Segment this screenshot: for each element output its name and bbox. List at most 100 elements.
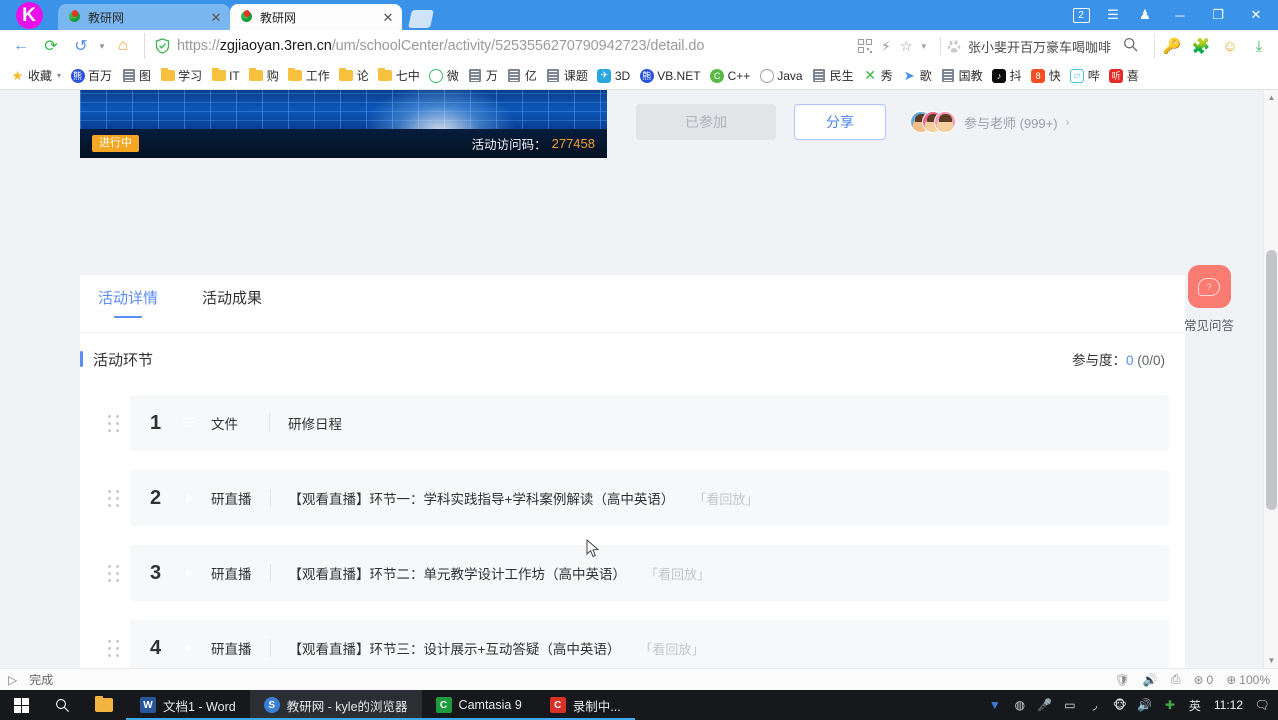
step-title[interactable]: 【观看直播】环节一：学科实践指导+学科案例解读（高中英语） (289, 488, 675, 508)
bookmark-wan[interactable]: 万 (464, 65, 502, 86)
zoom-control[interactable]: ⊕ 100% (1226, 673, 1270, 687)
address-bar[interactable]: https://zgjiaoyan.3ren.cn/um/schoolCente… (144, 33, 1148, 59)
download-icon[interactable]: ⤓ (1246, 33, 1272, 59)
list-item[interactable]: 3 研直播 【观看直播】环节二：单元教学设计工作坊（高中英语） 「看回放」 (96, 545, 1169, 601)
pet-icon[interactable]: 🐵 (1112, 697, 1128, 713)
participating-teachers[interactable]: 参与老师 (999+) › (910, 111, 1070, 133)
bookmark-gou[interactable]: 购 (245, 65, 283, 86)
microphone-icon[interactable]: 🎤 (1037, 697, 1053, 713)
browser-tab-1[interactable]: 教研网 ✕ (58, 4, 230, 30)
save-icon[interactable]: ⎙ (1171, 672, 1181, 687)
ime-icon[interactable]: 英 (1187, 697, 1203, 713)
file-explorer-icon[interactable] (82, 690, 126, 720)
sidebar-toggle-icon[interactable]: ▷ (8, 673, 17, 687)
reload-icon[interactable]: ⟳ (36, 33, 66, 59)
tab-activity-results[interactable]: 活动成果 (202, 287, 262, 320)
step-card[interactable]: 2 研直播 【观看直播】环节一：学科实践指导+学科案例解读（高中英语） 「看回放… (130, 470, 1169, 526)
sogou-icon[interactable]: ◍ (1012, 697, 1028, 713)
bookmark-dou[interactable]: ♪ 抖 (988, 65, 1026, 86)
bookmark-xi[interactable]: 听喜 (1105, 65, 1143, 86)
star-icon[interactable]: ☆ (900, 38, 913, 55)
history-back-icon[interactable]: ↺ (66, 33, 96, 59)
start-button[interactable] (0, 690, 42, 720)
taskbar-search-icon[interactable] (42, 690, 82, 720)
bookmark-3d[interactable]: ✈ 3D (593, 66, 634, 85)
battery-icon[interactable]: ▭ (1062, 697, 1078, 713)
bookmark-xuexi[interactable]: 学习 (156, 65, 206, 86)
lightning-icon[interactable]: ⚡ (881, 38, 891, 55)
scrollbar-thumb[interactable] (1266, 250, 1277, 510)
bookmark-minsheng[interactable]: 民生 (808, 65, 858, 86)
step-card[interactable]: 3 研直播 【观看直播】环节二：单元教学设计工作坊（高中英语） 「看回放」 (130, 545, 1169, 601)
bookmark-xiu[interactable]: ✕ 秀 (859, 65, 897, 86)
joined-button[interactable]: 已参加 (636, 104, 776, 140)
bookmark-baiwan[interactable]: 熊百万 (66, 65, 116, 86)
wifi-icon[interactable]: ◞ (1087, 697, 1103, 713)
taskbar-app-recording[interactable]: C 录制中... (535, 690, 635, 720)
volume-icon[interactable]: 🔊 (1137, 697, 1153, 713)
mute-icon[interactable]: 🔊 (1143, 673, 1158, 687)
step-card[interactable]: 4 研直播 【观看直播】环节三：设计展示+互动答疑（高中英语） 「看回放」 (130, 620, 1169, 668)
drag-handle[interactable] (96, 414, 130, 432)
close-window-button[interactable]: ✕ (1238, 0, 1274, 30)
tab-activity-detail[interactable]: 活动详情 (98, 287, 158, 320)
bookmark-tu[interactable]: 图 (117, 65, 155, 86)
scroll-down-arrow[interactable]: ▼ (1264, 653, 1278, 668)
step-flag[interactable]: 「看回放」 (639, 639, 704, 658)
step-flag[interactable]: 「看回放」 (645, 564, 710, 583)
drag-handle[interactable] (96, 564, 130, 582)
step-card[interactable]: 1 文件 研修日程 (130, 395, 1169, 451)
share-button[interactable]: 分享 (794, 104, 886, 140)
smiley-icon[interactable]: ☺ (1217, 33, 1243, 59)
chat-question-icon[interactable]: ? (1187, 265, 1231, 308)
skin-icon[interactable]: ♟ (1130, 1, 1160, 29)
list-item[interactable]: 1 文件 研修日程 (96, 395, 1169, 451)
step-flag[interactable]: 「看回放」 (693, 489, 758, 508)
step-title[interactable]: 研修日程 (288, 413, 342, 433)
extensions-icon[interactable]: 🧩 (1188, 33, 1214, 59)
minimize-button[interactable]: ─ (1162, 0, 1198, 30)
page-scrollbar[interactable]: ▲ ▼ (1263, 90, 1278, 668)
scroll-up-arrow[interactable]: ▲ (1264, 90, 1278, 105)
search-icon[interactable] (1117, 37, 1144, 56)
key-icon[interactable]: 🔑 (1159, 33, 1185, 59)
list-item[interactable]: 4 研直播 【观看直播】环节三：设计展示+互动答疑（高中英语） 「看回放」 (96, 620, 1169, 668)
new-tab-button[interactable] (406, 8, 436, 30)
bookmark-favorites[interactable]: ★ 收藏 ▾ (6, 65, 65, 86)
chevron-down-icon[interactable]: ▾ (96, 33, 108, 59)
notification-icon[interactable]: 🗨 (1254, 697, 1270, 713)
home-icon[interactable]: ⌂ (108, 33, 138, 59)
drag-handle[interactable] (96, 489, 130, 507)
bookmark-cpp[interactable]: C C++ (706, 66, 755, 85)
close-icon[interactable]: ✕ (380, 9, 396, 25)
list-item[interactable]: 2 研直播 【观看直播】环节一：学科实践指导+学科案例解读（高中英语） 「看回放… (96, 470, 1169, 526)
bookmark-kuai[interactable]: 8快 (1027, 65, 1065, 86)
security-icon[interactable]: ✚ (1162, 697, 1178, 713)
bookmark-guojiao[interactable]: 国教 (937, 65, 987, 86)
maximize-button[interactable]: ❐ (1200, 0, 1236, 30)
ad-block-icon[interactable]: ⊛ 0 (1193, 673, 1213, 687)
taskbar-app-word[interactable]: W 文档1 - Word (126, 690, 250, 720)
bookmark-qizhong[interactable]: 七中 (374, 65, 424, 86)
bookmark-wei[interactable]: 微 (425, 65, 463, 86)
chevron-down-icon[interactable]: ▾ (57, 71, 61, 80)
bookmark-yi[interactable]: 亿 (503, 65, 541, 86)
bookmark-bi[interactable]: ▱ 哔 (1066, 65, 1104, 86)
step-title[interactable]: 【观看直播】环节三：设计展示+互动答疑（高中英语） (289, 638, 621, 658)
menu-icon[interactable]: ☰ (1098, 1, 1128, 29)
bookmark-ge[interactable]: ➤ 歌 (898, 65, 936, 86)
bookmark-vbnet[interactable]: 熊 VB.NET (635, 66, 704, 85)
bookmark-java[interactable]: Java (755, 66, 806, 85)
drag-handle[interactable] (96, 639, 130, 657)
taskbar-app-browser[interactable]: S 教研网 - kyle的浏览器 (249, 690, 422, 720)
search-box[interactable]: 张小斐开百万豪车喝咖啡 (947, 37, 1148, 56)
close-icon[interactable]: ✕ (208, 9, 224, 25)
shield-icon[interactable]: 🛡 (1115, 673, 1130, 687)
tab-count-button[interactable]: 2 (1066, 1, 1096, 29)
bookmark-gongzuo[interactable]: 工作 (284, 65, 334, 86)
bookmark-keti[interactable]: 课题 (542, 65, 592, 86)
browser-tab-2[interactable]: 教研网 ✕ (230, 4, 402, 30)
taskbar-app-camtasia[interactable]: C Camtasia 9 (421, 690, 537, 720)
step-title[interactable]: 【观看直播】环节二：单元教学设计工作坊（高中英语） (289, 563, 627, 583)
bookmark-it[interactable]: IT (207, 66, 244, 85)
